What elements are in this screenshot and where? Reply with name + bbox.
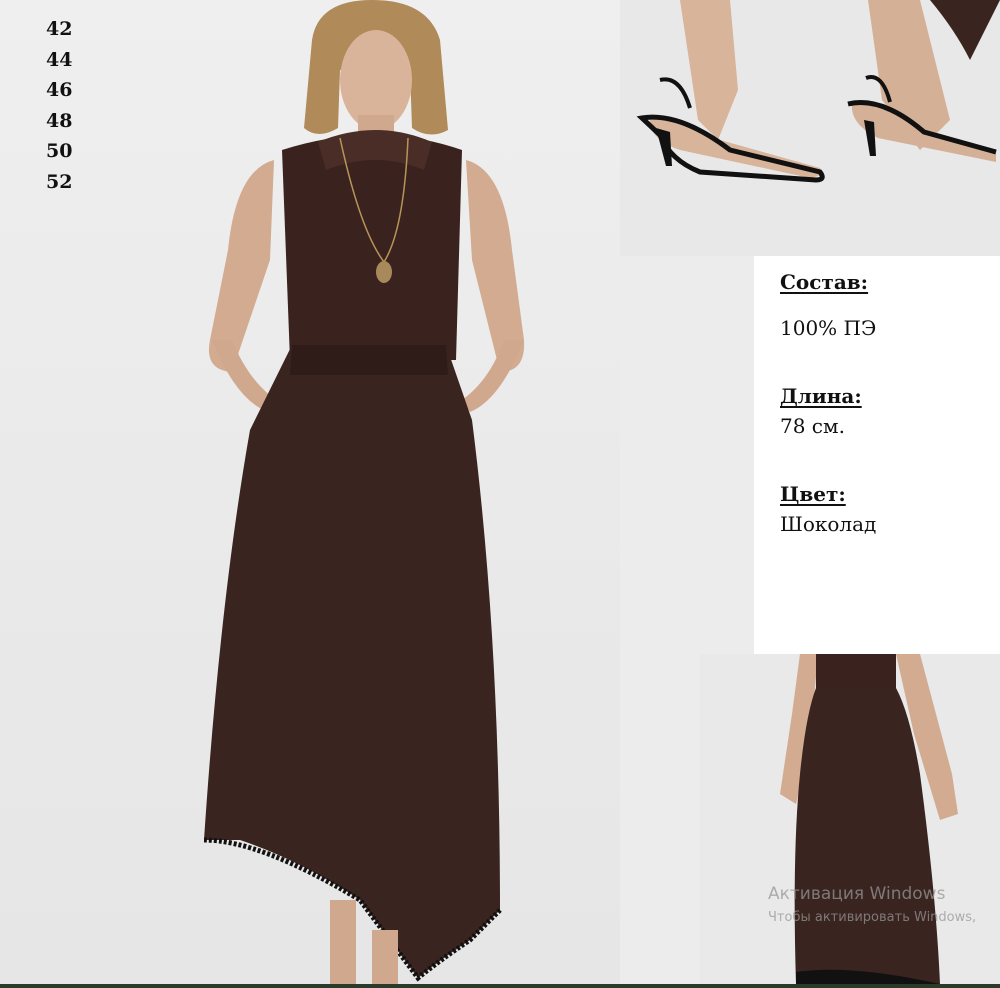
back-view-illustration	[780, 654, 958, 988]
length-block: Длина: 78 см.	[780, 384, 862, 438]
length-label: Длина:	[780, 384, 862, 408]
windows-activation-watermark: Активация Windows Чтобы активировать Win…	[768, 884, 976, 925]
size-item[interactable]: 46	[46, 75, 72, 106]
composition-value: 100% ПЭ	[780, 316, 877, 340]
watermark-subtitle: Чтобы активировать Windows,	[768, 910, 977, 925]
composition-label: Состав:	[780, 270, 869, 294]
size-item[interactable]: 44	[46, 45, 72, 76]
shoes-detail-photo	[620, 0, 1000, 256]
size-list: 42 44 46 48 50 52	[46, 14, 72, 197]
shoes-illustration	[636, 0, 1000, 183]
watermark-title: Активация Windows	[768, 884, 946, 904]
size-item[interactable]: 52	[46, 167, 72, 198]
color-value: Шоколад	[780, 512, 877, 536]
size-item[interactable]: 48	[46, 106, 72, 137]
back-view-photo	[700, 654, 1000, 988]
model-illustration	[203, 0, 525, 988]
main-product-photo: 42 44 46 48 50 52	[0, 0, 620, 988]
composition-block: Состав: 100% ПЭ	[780, 270, 876, 340]
color-label: Цвет:	[780, 482, 846, 506]
size-item[interactable]: 50	[46, 136, 72, 167]
color-block: Цвет: Шоколад	[780, 482, 876, 536]
bottom-edge-bar	[0, 984, 1000, 988]
product-details-panel: Состав: 100% ПЭ Длина: 78 см. Цвет: Шоко…	[754, 256, 1000, 654]
length-value: 78 см.	[780, 414, 845, 438]
size-item[interactable]: 42	[46, 14, 72, 45]
